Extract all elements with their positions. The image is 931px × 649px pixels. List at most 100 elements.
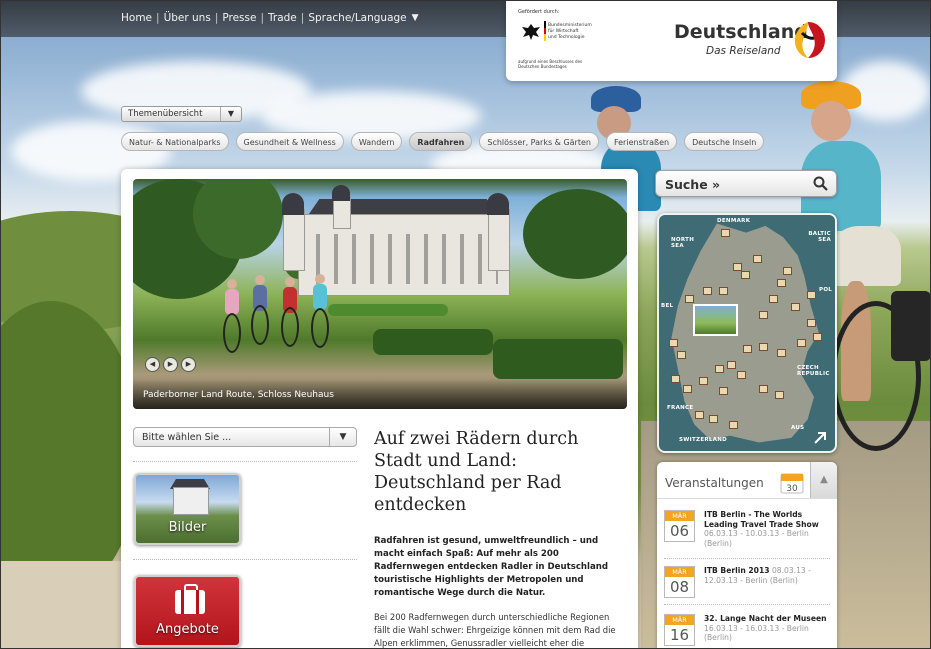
angebote-label: Angebote bbox=[156, 622, 219, 637]
map-pin[interactable] bbox=[791, 303, 800, 311]
next-icon[interactable]: ▶ bbox=[181, 357, 196, 372]
nav-trade-link[interactable]: Trade bbox=[268, 12, 297, 24]
theme-pill-ferienstrassen[interactable]: Ferienstraßen bbox=[605, 132, 678, 151]
theme-pill-wandern[interactable]: Wandern bbox=[350, 132, 403, 151]
search-label: Suche » bbox=[665, 177, 721, 192]
map-pin[interactable] bbox=[669, 339, 678, 347]
map-preview-image[interactable] bbox=[693, 304, 738, 336]
angebote-tile[interactable]: Angebote bbox=[134, 575, 241, 647]
theme-pill-schloesser[interactable]: Schlösser, Parks & Gärten bbox=[479, 132, 599, 151]
map-pin[interactable] bbox=[715, 365, 724, 373]
map-pin[interactable] bbox=[677, 351, 686, 359]
nav-presse-link[interactable]: Presse bbox=[222, 12, 256, 24]
bilder-tile[interactable]: Bilder bbox=[134, 473, 241, 545]
map-label-baltic-sea: BALTIC SEA bbox=[808, 231, 831, 243]
map-pin[interactable] bbox=[721, 229, 730, 237]
search-icon[interactable] bbox=[813, 176, 828, 191]
nav-home-link[interactable]: Home bbox=[121, 12, 152, 24]
event-name-link[interactable]: ITB Berlin 2013 bbox=[704, 566, 770, 575]
map-label-pol: POL bbox=[819, 287, 833, 293]
nav-separator: | bbox=[156, 12, 160, 24]
scroll-up-icon[interactable]: ▲ bbox=[810, 462, 837, 498]
map-pin[interactable] bbox=[783, 267, 792, 275]
hero-image[interactable]: ◀ ▶ ▶ Paderborner Land Route, Schloss Ne… bbox=[133, 179, 627, 409]
map-pin[interactable] bbox=[813, 333, 822, 341]
expand-arrow-icon[interactable] bbox=[813, 431, 827, 445]
event-item[interactable]: MÄR 06 ITB Berlin - The Worlds Leading T… bbox=[664, 506, 832, 552]
map-label-switzerland: SWITZERLAND bbox=[679, 437, 728, 443]
map-pin[interactable] bbox=[807, 291, 816, 299]
map-pin[interactable] bbox=[671, 375, 680, 383]
map-pin[interactable] bbox=[775, 391, 784, 399]
chevron-down-icon[interactable]: ▼ bbox=[329, 428, 356, 446]
previous-icon[interactable]: ◀ bbox=[145, 357, 160, 372]
event-day: 06 bbox=[669, 522, 690, 540]
castle-thumbnail-body bbox=[173, 487, 209, 515]
map-pin[interactable] bbox=[703, 287, 712, 295]
theme-overview-select[interactable]: Themenübersicht ▼ bbox=[121, 106, 242, 122]
map-pin[interactable] bbox=[769, 295, 778, 303]
main-content: ◀ ▶ ▶ Paderborner Land Route, Schloss Ne… bbox=[121, 169, 638, 648]
map-pin[interactable] bbox=[683, 385, 692, 393]
map-pin[interactable] bbox=[743, 345, 752, 353]
theme-pill-natur[interactable]: Natur- & Nationalparks bbox=[121, 132, 229, 151]
map-pin[interactable] bbox=[685, 295, 694, 303]
map-pin[interactable] bbox=[709, 415, 718, 423]
map-pin[interactable] bbox=[737, 371, 746, 379]
map-label-france: FRANCE bbox=[667, 405, 694, 411]
event-day: 16 bbox=[669, 626, 690, 644]
theme-pill-inseln[interactable]: Deutsche Inseln bbox=[684, 132, 765, 151]
deutschland-logo-icon[interactable] bbox=[788, 19, 828, 61]
funded-by-label: Gefördert durch: bbox=[518, 9, 560, 15]
events-title: Veranstaltungen bbox=[665, 476, 764, 490]
map-pin[interactable] bbox=[807, 319, 816, 327]
map-pin[interactable] bbox=[733, 263, 742, 271]
divider bbox=[664, 604, 830, 605]
map-pin[interactable] bbox=[759, 385, 768, 393]
event-month: MÄR bbox=[665, 615, 694, 625]
events-header: Veranstaltungen 30 ▲ bbox=[657, 462, 837, 499]
map-pin[interactable] bbox=[695, 411, 704, 419]
theme-pill-radfahren[interactable]: Radfahren bbox=[409, 132, 473, 151]
theme-pill-gesundheit[interactable]: Gesundheit & Wellness bbox=[235, 132, 344, 151]
map-pin[interactable] bbox=[777, 349, 786, 357]
divider bbox=[664, 558, 830, 559]
map-pin[interactable] bbox=[699, 377, 708, 385]
event-text: ITB Berlin 2013 08.03.13 - 12.03.13 - Be… bbox=[704, 566, 832, 585]
article-lead: Radfahren ist gesund, umweltfreundlich –… bbox=[374, 536, 609, 598]
event-month: MÄR bbox=[665, 567, 694, 577]
browser-page: Home | Über uns | Presse | Trade | Sprac… bbox=[0, 0, 931, 649]
map-pin[interactable] bbox=[727, 361, 736, 369]
germany-map[interactable]: DENMARK NORTH SEA BALTIC SEA BEL POL CZE… bbox=[657, 213, 837, 453]
ministry-name: Bundesministerium für Wirtschaft und Tec… bbox=[548, 23, 592, 40]
german-flag-icon bbox=[544, 21, 546, 41]
nav-language-link[interactable]: Sprache/Language bbox=[308, 12, 406, 24]
event-details: 16.03.13 - 16.03.13 - Berlin (Berlin) bbox=[704, 623, 809, 643]
search-box[interactable]: Suche » bbox=[655, 170, 837, 197]
event-item[interactable]: MÄR 16 32. Lange Nacht der Museen 16.03.… bbox=[664, 610, 832, 648]
nav-separator: | bbox=[300, 12, 305, 24]
map-pin[interactable] bbox=[719, 387, 728, 395]
map-pin[interactable] bbox=[741, 271, 750, 279]
choose-select[interactable]: Bitte wählen Sie ... ▼ bbox=[133, 427, 357, 447]
calendar-icon: 30 bbox=[780, 473, 804, 494]
divider bbox=[133, 461, 357, 462]
event-details: 06.03.13 - 10.03.13 - Berlin (Berlin) bbox=[704, 529, 809, 548]
event-name-link[interactable]: ITB Berlin - The Worlds Leading Travel T… bbox=[704, 510, 819, 529]
event-name-link[interactable]: 32. Lange Nacht der Museen bbox=[704, 614, 827, 623]
map-pin[interactable] bbox=[719, 287, 728, 295]
play-icon[interactable]: ▶ bbox=[163, 357, 178, 372]
map-pin[interactable] bbox=[777, 279, 786, 287]
map-pin[interactable] bbox=[759, 343, 768, 351]
event-item[interactable]: MÄR 08 ITB Berlin 2013 08.03.13 - 12.03.… bbox=[664, 562, 832, 608]
nav-ueber-uns-link[interactable]: Über uns bbox=[164, 12, 211, 24]
map-label-bel: BEL bbox=[661, 303, 674, 309]
map-pin[interactable] bbox=[729, 421, 738, 429]
theme-pills: Natur- & Nationalparks Gesundheit & Well… bbox=[121, 132, 771, 151]
map-pin[interactable] bbox=[797, 339, 806, 347]
federal-eagle-icon bbox=[522, 24, 540, 40]
map-pin[interactable] bbox=[759, 311, 768, 319]
map-pin[interactable] bbox=[753, 255, 762, 263]
language-dropdown-icon[interactable]: ▼ bbox=[412, 13, 419, 23]
chevron-down-icon[interactable]: ▼ bbox=[220, 107, 241, 121]
